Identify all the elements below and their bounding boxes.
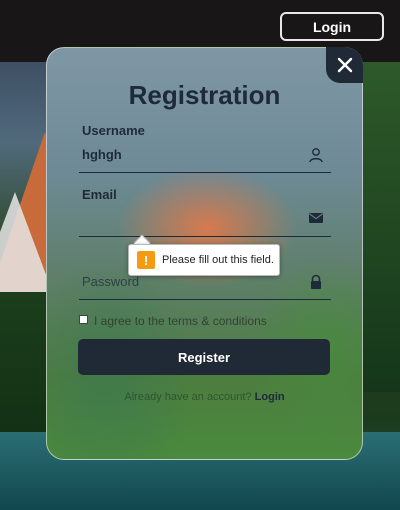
close-button[interactable]: [326, 47, 363, 83]
close-icon: [337, 57, 352, 73]
email-underline: [79, 236, 331, 237]
terms-label: I agree to the terms & conditions: [94, 314, 267, 328]
header-login-button[interactable]: Login: [280, 12, 384, 41]
warning-icon: !: [137, 251, 155, 269]
login-prompt: Already have an account? Login: [46, 391, 363, 403]
username-underline: [79, 172, 331, 173]
validation-message: Please fill out this field.: [162, 254, 274, 266]
username-input[interactable]: hghgh: [82, 147, 122, 162]
password-underline: [79, 299, 331, 300]
already-text: Already have an account?: [124, 391, 252, 403]
modal-title: Registration: [128, 80, 281, 110]
login-link[interactable]: Login: [255, 391, 285, 403]
email-input[interactable]: [82, 208, 302, 226]
username-label: Username: [82, 123, 145, 138]
lock-icon: [311, 274, 321, 289]
terms-checkbox[interactable]: [79, 315, 88, 324]
register-button[interactable]: Register: [78, 339, 330, 375]
user-icon: [309, 148, 323, 163]
envelope-icon: [309, 213, 323, 223]
password-input[interactable]: Password: [82, 274, 139, 289]
validation-tooltip: ! Please fill out this field.: [128, 244, 280, 276]
email-label: Email: [82, 187, 117, 202]
